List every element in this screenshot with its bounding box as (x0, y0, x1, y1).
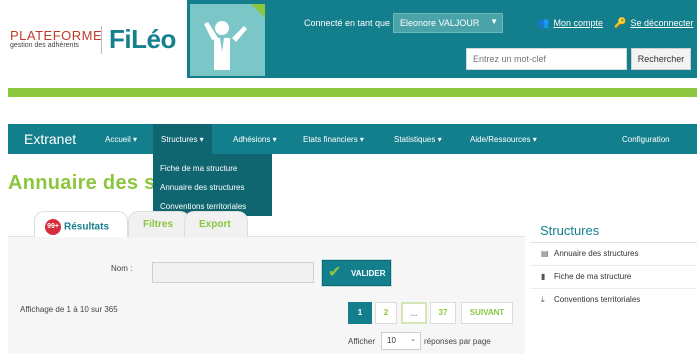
reponses-label: réponses par page (424, 337, 491, 346)
nav-item-configuration[interactable]: Configuration (622, 135, 670, 144)
page-button-37[interactable]: 37 (430, 302, 456, 324)
sidebar-title: Structures (540, 223, 600, 238)
per-page-value: 10 (387, 336, 396, 345)
nav-item-aide-ressources[interactable]: Aide/Ressources ▾ (470, 135, 537, 144)
dropdown-item-fiche[interactable]: Fiche de ma structure (153, 159, 272, 178)
results-count-badge: 99+ (45, 219, 61, 235)
nav-brand[interactable]: Extranet (24, 131, 76, 147)
user-icon: 👥 (537, 18, 550, 29)
page-title: Annuaire des st (8, 172, 163, 194)
connected-label: Connecté en tant que (304, 18, 391, 28)
logout-label: Se déconnecter (630, 18, 694, 28)
nom-label: Nom : (111, 264, 133, 273)
dropdown-item-annuaire[interactable]: Annuaire des structures (153, 178, 272, 197)
logo[interactable]: PLATEFORME gestion des adhérents (10, 28, 102, 49)
page-button-2[interactable]: 2 (375, 302, 397, 324)
mascot-corner (251, 4, 265, 18)
structures-dropdown: Fiche de ma structure Annuaire des struc… (153, 150, 272, 216)
key-icon: 🔑 (614, 18, 627, 29)
logo-brand[interactable]: FiLéo (109, 24, 176, 55)
nom-input[interactable] (152, 262, 314, 283)
sidebar-separator (530, 265, 697, 266)
logo-separator (101, 26, 102, 54)
nav-item-statistiques[interactable]: Statistiques ▾ (394, 135, 442, 144)
nav-item-etats-financiers[interactable]: Etats financiers ▾ (303, 135, 364, 144)
sidebar-item-label: Annuaire des structures (554, 249, 639, 258)
check-icon: ✔ (328, 264, 342, 281)
logo-plateforme: PLATEFORME (10, 28, 103, 43)
logo-subtitle: gestion des adhérents (10, 42, 79, 49)
search-button[interactable]: Rechercher (631, 48, 691, 70)
sidebar-divider (530, 242, 697, 243)
user-name: Eleonore VALJOUR (400, 18, 480, 28)
accent-bar (8, 88, 697, 97)
valider-button[interactable]: ✔ VALIDER (322, 260, 391, 286)
sidebar-item-label: Fiche de ma structure (554, 272, 632, 281)
sidebar-item-conventions[interactable]: ⤓ Conventions territoriales (541, 295, 640, 305)
tab-resultats-label: Résultats (64, 221, 110, 233)
sidebar-item-annuaire[interactable]: ▤ Annuaire des structures (541, 249, 639, 258)
main-navbar: Extranet Accueil ▾ Structures ▾ Adhésion… (8, 124, 697, 154)
chevron-down-icon: ⌄ (410, 336, 416, 343)
valider-label: VALIDER (351, 269, 386, 278)
tab-resultats[interactable]: 99+ Résultats (34, 211, 128, 237)
search-input[interactable] (466, 48, 627, 70)
tab-filtres[interactable]: Filtres (128, 211, 190, 237)
nav-item-structures[interactable]: Structures ▾ (153, 124, 212, 154)
list-icon: ▤ (541, 249, 549, 258)
logout-link[interactable]: 🔑 Se déconnecter (614, 18, 694, 29)
results-summary: Affichage de 1 à 10 sur 365 (20, 305, 118, 314)
sidebar-item-fiche[interactable]: ▮ Fiche de ma structure (541, 272, 631, 281)
per-page-select[interactable]: 10 ⌄ (381, 332, 421, 350)
nav-item-adhesions[interactable]: Adhésions ▾ (233, 135, 277, 144)
page-ellipsis: ... (401, 302, 427, 324)
nav-item-accueil[interactable]: Accueil ▾ (105, 135, 137, 144)
dropdown-arrow (165, 150, 173, 154)
next-page-button[interactable]: SUIVANT (461, 302, 513, 324)
chevron-down-icon: ▼ (490, 17, 498, 26)
tab-export[interactable]: Export (184, 211, 248, 237)
afficher-label: Afficher (348, 337, 375, 346)
mascot-icon (190, 4, 265, 76)
document-icon: ▮ (541, 272, 546, 281)
my-account-link[interactable]: 👥 Mon compte (537, 18, 603, 29)
sidebar-separator (530, 288, 697, 289)
user-select[interactable]: Eleonore VALJOUR ▼ (393, 13, 503, 33)
sidebar-item-label: Conventions territoriales (554, 295, 641, 304)
download-icon: ⤓ (541, 295, 545, 304)
page-button-1[interactable]: 1 (348, 302, 372, 324)
my-account-label: Mon compte (553, 18, 603, 28)
